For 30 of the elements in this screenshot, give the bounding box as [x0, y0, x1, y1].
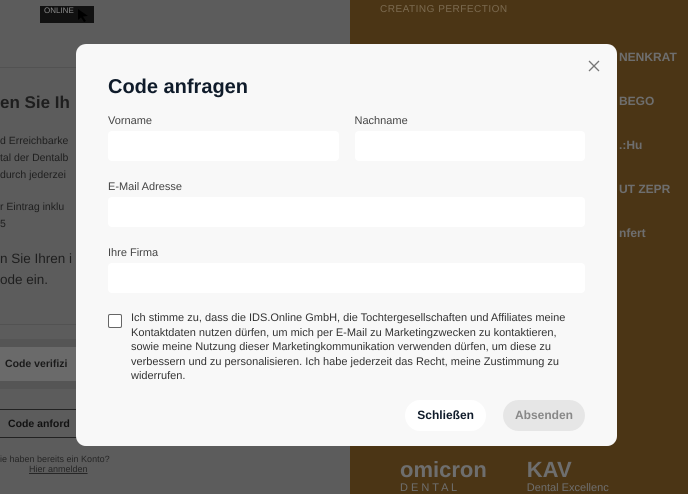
body-text: tal der Dentalb [0, 151, 68, 166]
body-text: 5 [0, 217, 6, 232]
consent-text: Ich stimme zu, dass die IDS.Online GmbH, die Tochtergesellschaften und Affiliates meine Kontaktdaten nutzen dürfen, um mich per E-Mail zu Marketingzwecken zu kontaktieren, sowie meine Nutzung dieser Marketingkommunikation verwenden dürfen, um diese zu verbessern und zu personalisieren. Ich habe jederzeit das Recht, meine Zustimmung zu widerrufen. [131, 311, 566, 384]
prompt-text: n Sie Ihren i [0, 250, 72, 268]
body-text: d Erreichbarke [0, 134, 68, 149]
brand-logo: NENKRAT [619, 50, 677, 64]
consent-checkbox[interactable] [108, 314, 122, 328]
brand-logo: KAV [526, 458, 573, 482]
prompt-text: ode ein. [0, 271, 48, 289]
cursor-icon [76, 8, 90, 22]
body-text: r Eintrag inklu [0, 200, 64, 215]
field-label: Vorname [108, 115, 154, 127]
field-label: Nachname [354, 115, 409, 127]
brand-subtitle: Dental Excellenc [526, 482, 609, 494]
brand-logo: omicron [400, 458, 487, 482]
verify-code-button[interactable]: Code verifizi [0, 347, 76, 381]
brand-logo: BEGO [619, 94, 656, 108]
brand-subtitle: D E N T A L [400, 482, 458, 494]
field-label: Ihre Firma [108, 247, 160, 259]
close-icon[interactable] [588, 60, 600, 72]
dialog-title: Code anfragen [108, 76, 250, 99]
tagline: CREATING PERFECTION [380, 4, 508, 15]
online-logo: ONLINE [40, 6, 94, 23]
page-heading: en Sie Ih [0, 93, 70, 113]
dialog-button[interactable]: Schließen [405, 400, 486, 430]
field-label: E-Mail Adresse [108, 181, 183, 193]
brand-logo: nfert [619, 226, 647, 240]
body-text: durch jederzei [0, 168, 66, 183]
brand-logo: UT ZEPR [619, 182, 672, 196]
brand-logo: .:Hu [619, 138, 644, 152]
